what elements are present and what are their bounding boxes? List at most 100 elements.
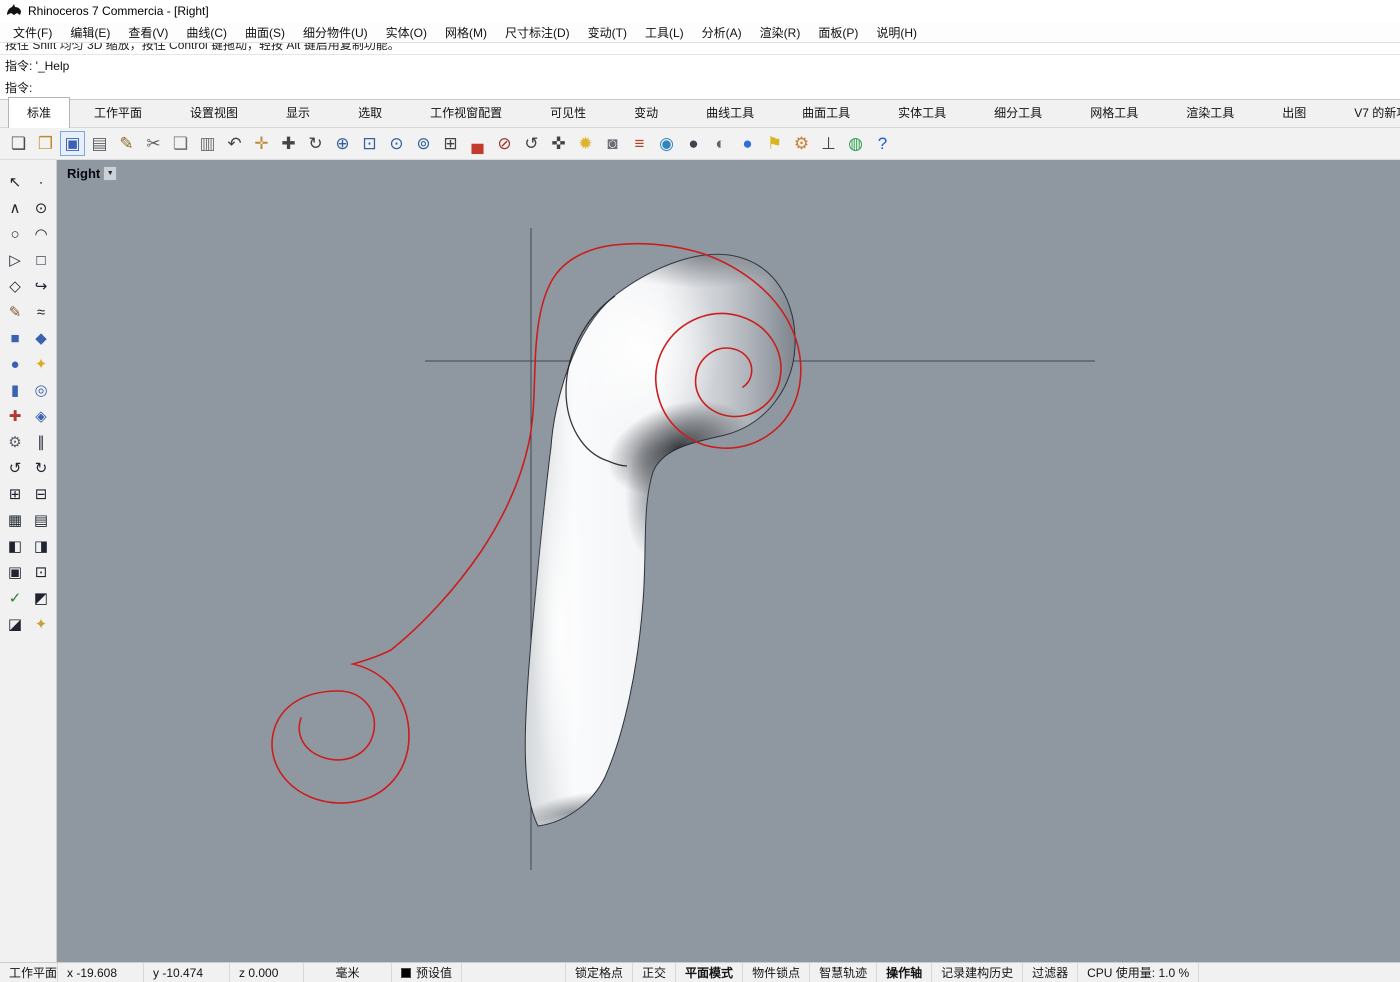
toolbar-icon[interactable]: ▄ xyxy=(465,131,490,156)
toolbar-icon[interactable]: ✜ xyxy=(546,131,571,156)
menu-item[interactable]: 尺寸标注(D) xyxy=(496,22,579,43)
menu-item[interactable]: 网格(M) xyxy=(436,22,496,43)
toolbar-icon[interactable]: ◍ xyxy=(843,131,868,156)
toolbar-icon[interactable]: ● xyxy=(681,131,706,156)
sidebar-tool-icon[interactable]: ⚙ xyxy=(2,430,28,454)
sidebar-tool-icon[interactable]: ◠ xyxy=(28,222,54,246)
toolbar-tab[interactable]: 实体工具 xyxy=(874,98,970,127)
toolbar-icon[interactable]: ⊘ xyxy=(492,131,517,156)
sidebar-tool-icon[interactable]: ◨ xyxy=(28,534,54,558)
status-current-layer[interactable]: 预设值 xyxy=(392,963,462,982)
toolbar-icon[interactable]: ⚑ xyxy=(762,131,787,156)
menu-item[interactable]: 变动(T) xyxy=(579,22,636,43)
toolbar-icon[interactable]: ❏ xyxy=(168,131,193,156)
toolbar-tab[interactable]: 细分工具 xyxy=(970,98,1066,127)
sidebar-tool-icon[interactable]: □ xyxy=(28,248,54,272)
toolbar-icon[interactable]: ⊞ xyxy=(438,131,463,156)
toolbar-icon[interactable]: ◉ xyxy=(654,131,679,156)
menu-item[interactable]: 说明(H) xyxy=(867,22,926,43)
toolbar-tab[interactable]: 工作视窗配置 xyxy=(406,98,526,127)
viewport-title[interactable]: Right xyxy=(67,166,100,181)
status-toggle[interactable]: CPU 使用量: 1.0 % xyxy=(1078,963,1199,982)
toolbar-tab[interactable]: 设置视图 xyxy=(166,98,262,127)
status-toggle[interactable]: 锁定格点 xyxy=(566,963,633,982)
toolbar-tab[interactable]: 曲线工具 xyxy=(682,98,778,127)
toolbar-icon[interactable]: ● xyxy=(735,131,760,156)
toolbar-icon[interactable]: ⚙ xyxy=(789,131,814,156)
status-toggle[interactable]: 物件锁点 xyxy=(743,963,810,982)
sidebar-tool-icon[interactable]: ↻ xyxy=(28,456,54,480)
sidebar-tool-icon[interactable]: ◎ xyxy=(28,378,54,402)
status-toggle[interactable]: 智慧轨迹 xyxy=(810,963,877,982)
sidebar-tool-icon[interactable]: ■ xyxy=(2,326,28,350)
toolbar-icon[interactable]: ✚ xyxy=(276,131,301,156)
toolbar-tab[interactable]: V7 的新功能 xyxy=(1330,98,1400,127)
status-toggle[interactable]: 平面模式 xyxy=(676,963,743,982)
toolbar-icon[interactable]: ≡ xyxy=(627,131,652,156)
menu-item[interactable]: 细分物件(U) xyxy=(294,22,377,43)
menu-item[interactable]: 编辑(E) xyxy=(61,22,119,43)
toolbar-icon[interactable]: ✹ xyxy=(573,131,598,156)
toolbar-icon[interactable]: ↻ xyxy=(303,131,328,156)
toolbar-icon[interactable]: ◙ xyxy=(600,131,625,156)
toolbar-icon[interactable]: ⊕ xyxy=(330,131,355,156)
command-prompt[interactable]: 指令: xyxy=(0,77,1400,99)
status-toggle[interactable]: 操作轴 xyxy=(877,963,932,982)
menu-item[interactable]: 文件(F) xyxy=(4,22,61,43)
viewport-menu-arrow-icon[interactable]: ▼ xyxy=(103,166,117,181)
sidebar-tool-icon[interactable]: ▷ xyxy=(2,248,28,272)
viewport-right[interactable]: Right ▼ xyxy=(57,160,1400,962)
toolbar-tab[interactable]: 网格工具 xyxy=(1066,98,1162,127)
sidebar-tool-icon[interactable]: ◆ xyxy=(28,326,54,350)
sidebar-tool-icon[interactable]: ◧ xyxy=(2,534,28,558)
sidebar-tool-icon[interactable]: ⊞ xyxy=(2,482,28,506)
status-cplane-button[interactable]: 工作平面 xyxy=(0,963,58,982)
sidebar-tool-icon[interactable]: ∙ xyxy=(28,170,54,194)
toolbar-icon[interactable]: ◐ xyxy=(708,131,733,156)
sidebar-tool-icon[interactable]: ∥ xyxy=(28,430,54,454)
toolbar-icon[interactable]: ✛ xyxy=(249,131,274,156)
sidebar-tool-icon[interactable]: ∧ xyxy=(2,196,28,220)
status-toggle[interactable]: 过滤器 xyxy=(1023,963,1078,982)
toolbar-tab[interactable]: 变动 xyxy=(610,98,682,127)
sidebar-tool-icon[interactable]: ✦ xyxy=(28,352,54,376)
toolbar-tab[interactable]: 出图 xyxy=(1258,98,1330,127)
toolbar-tab[interactable]: 显示 xyxy=(262,98,334,127)
sidebar-tool-icon[interactable]: ▦ xyxy=(2,508,28,532)
toolbar-tab[interactable]: 工作平面 xyxy=(70,98,166,127)
sidebar-tool-icon[interactable]: ↺ xyxy=(2,456,28,480)
toolbar-icon[interactable]: ↺ xyxy=(519,131,544,156)
sidebar-tool-icon[interactable]: ↪ xyxy=(28,274,54,298)
menu-item[interactable]: 曲线(C) xyxy=(177,22,236,43)
sidebar-tool-icon[interactable]: ⊡ xyxy=(28,560,54,584)
menu-item[interactable]: 分析(A) xyxy=(693,22,751,43)
sidebar-tool-icon[interactable]: ◩ xyxy=(28,586,54,610)
status-units[interactable]: 毫米 xyxy=(304,963,392,982)
sidebar-tool-icon[interactable]: ▤ xyxy=(28,508,54,532)
sidebar-tool-icon[interactable]: ✦ xyxy=(28,612,54,636)
sidebar-tool-icon[interactable]: ◈ xyxy=(28,404,54,428)
sidebar-tool-icon[interactable]: ≈ xyxy=(28,300,54,324)
toolbar-tab[interactable]: 可见性 xyxy=(526,98,610,127)
menu-item[interactable]: 查看(V) xyxy=(119,22,177,43)
toolbar-icon[interactable]: ▣ xyxy=(60,131,85,156)
toolbar-tab[interactable]: 选取 xyxy=(334,98,406,127)
menu-item[interactable]: 渲染(R) xyxy=(751,22,810,43)
toolbar-icon[interactable]: ⊡ xyxy=(357,131,382,156)
toolbar-tab[interactable]: 曲面工具 xyxy=(778,98,874,127)
sidebar-tool-icon[interactable]: ○ xyxy=(2,222,28,246)
toolbar-icon[interactable]: ⊙ xyxy=(384,131,409,156)
menu-item[interactable]: 面板(P) xyxy=(809,22,867,43)
toolbar-icon[interactable]: ❒ xyxy=(33,131,58,156)
sidebar-tool-icon[interactable]: ⊟ xyxy=(28,482,54,506)
menu-item[interactable]: 工具(L) xyxy=(636,22,693,43)
sidebar-tool-icon[interactable]: ✎ xyxy=(2,300,28,324)
toolbar-icon[interactable]: ▤ xyxy=(87,131,112,156)
toolbar-icon[interactable]: ⊥ xyxy=(816,131,841,156)
toolbar-icon[interactable]: ? xyxy=(870,131,895,156)
menu-item[interactable]: 实体(O) xyxy=(377,22,436,43)
status-toggle[interactable]: 记录建构历史 xyxy=(932,963,1023,982)
toolbar-tab[interactable]: 标准 xyxy=(8,97,70,128)
sidebar-tool-icon[interactable]: ▮ xyxy=(2,378,28,402)
sidebar-tool-icon[interactable]: ▣ xyxy=(2,560,28,584)
